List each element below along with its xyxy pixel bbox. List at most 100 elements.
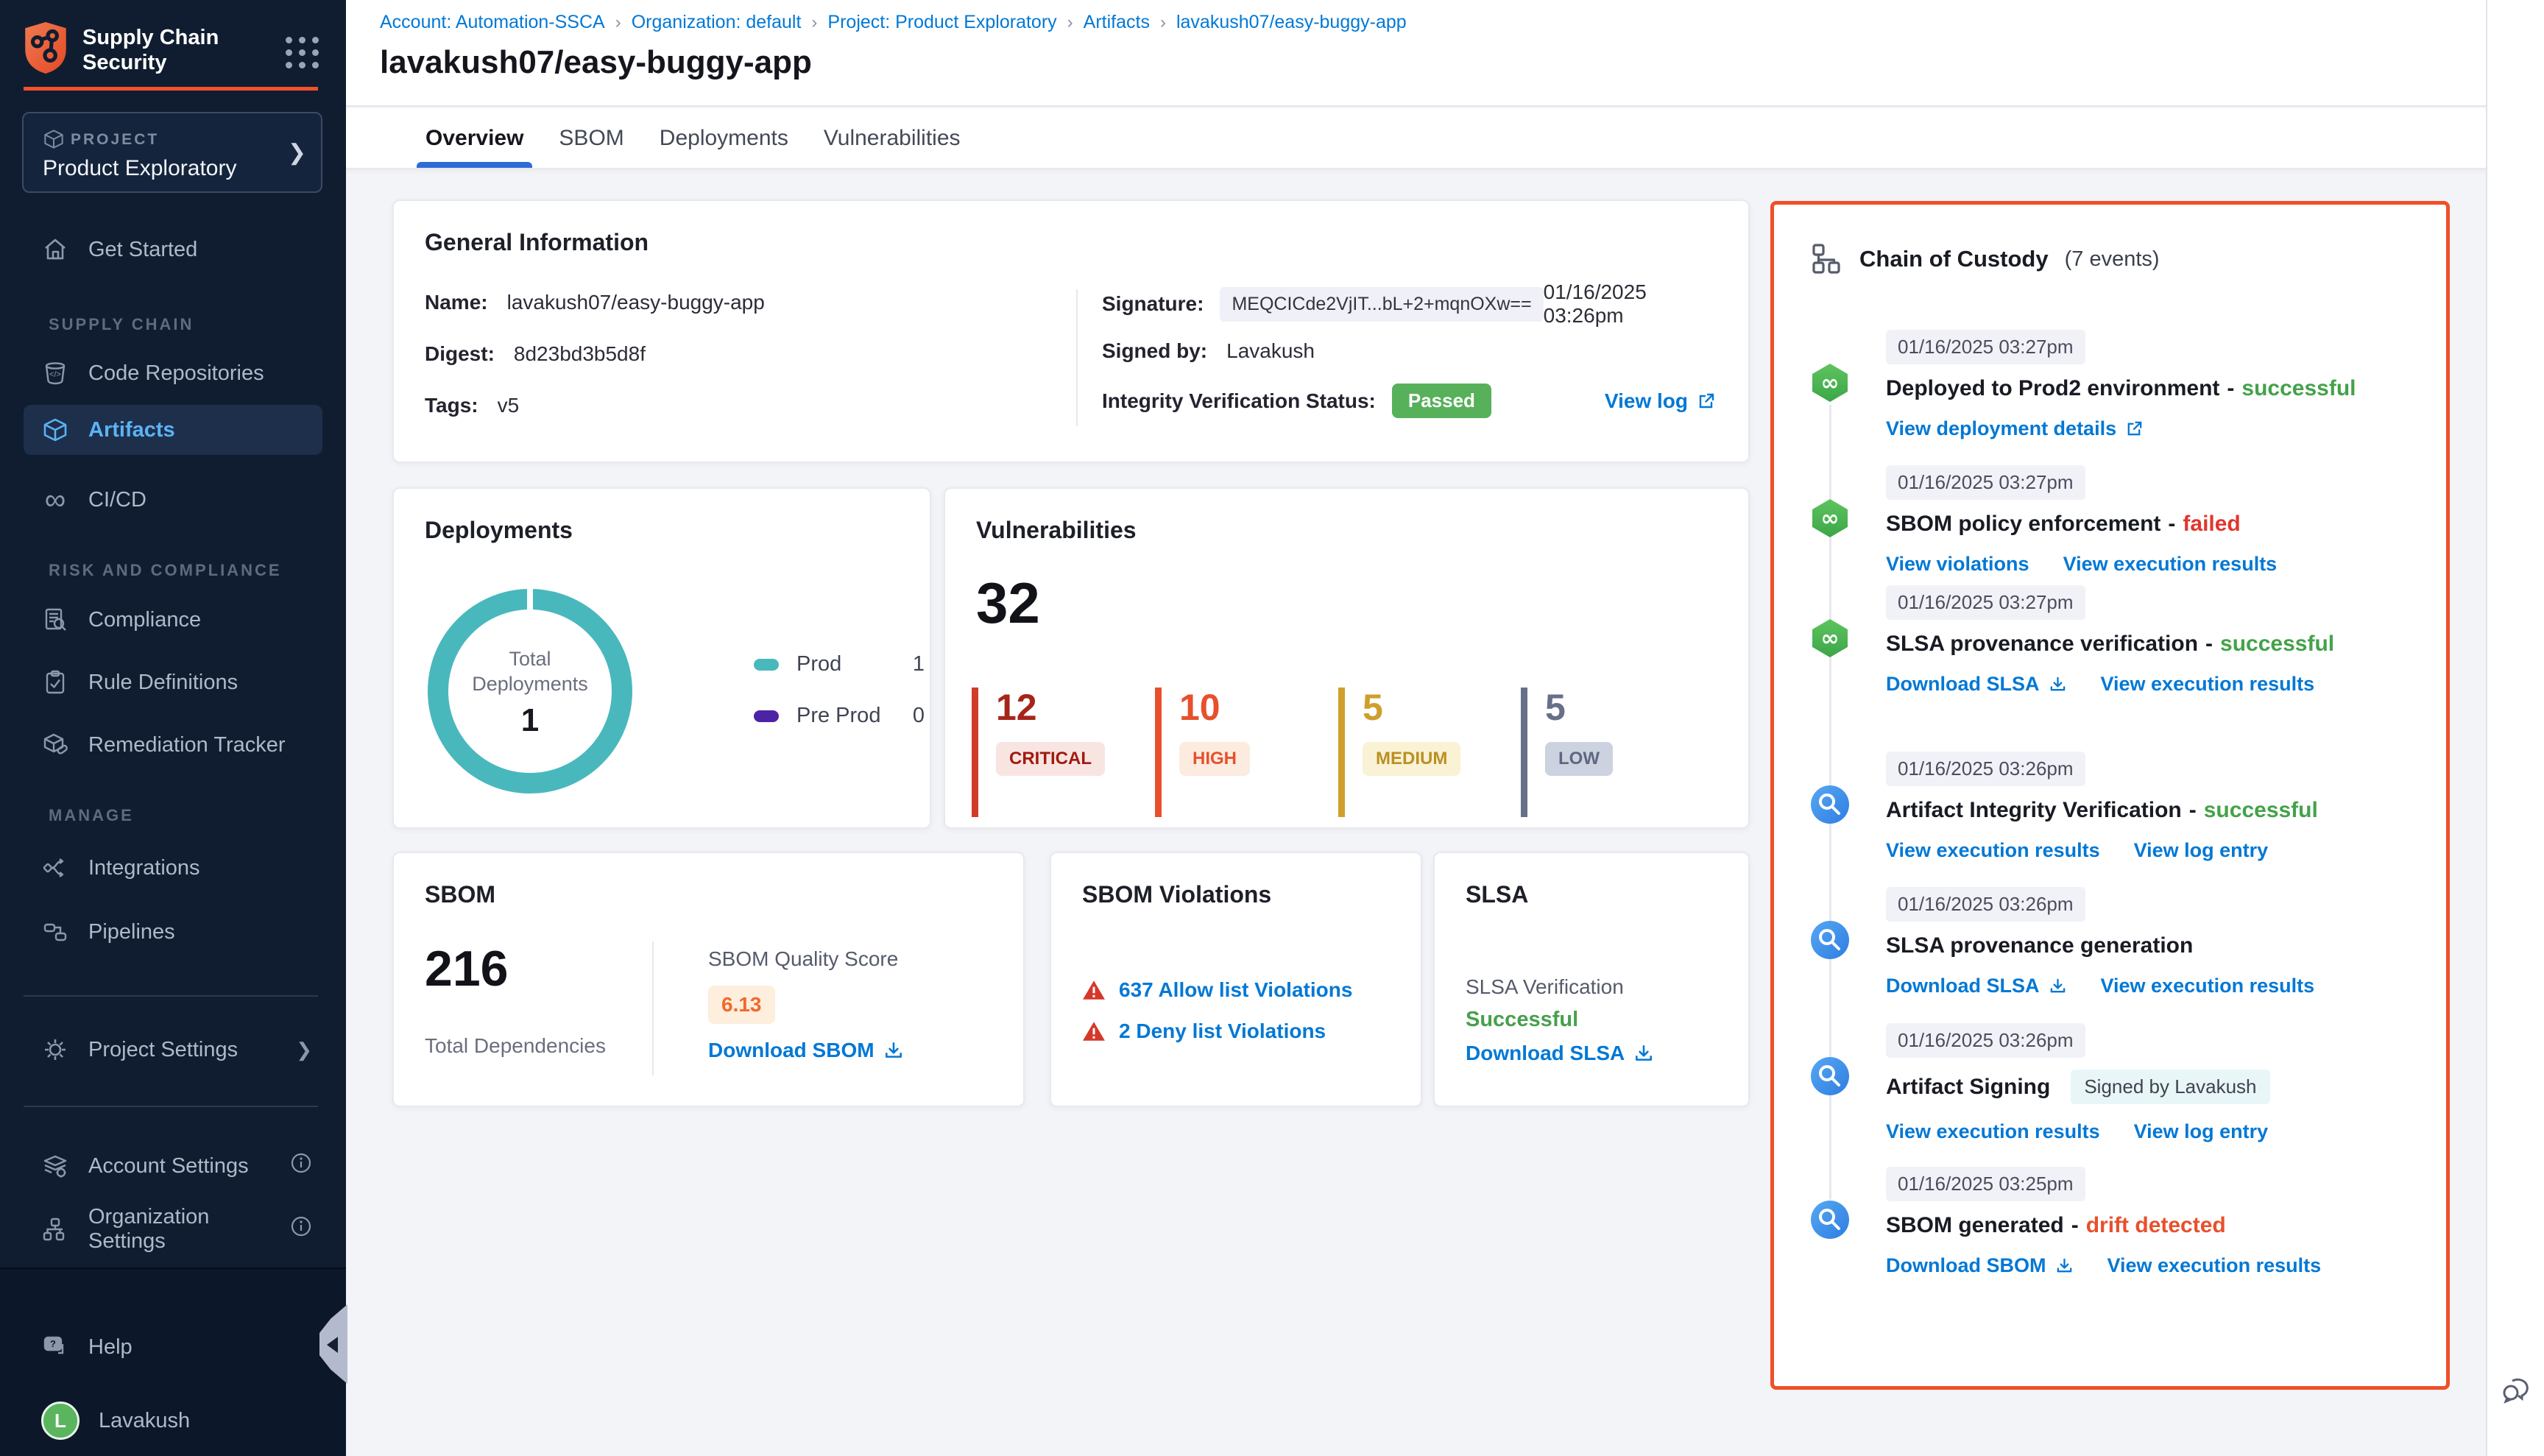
sidebar-item-compliance[interactable]: Compliance (24, 595, 322, 645)
sidebar-item-integrations[interactable]: Integrations (24, 843, 322, 893)
event-status: successful (2220, 632, 2334, 657)
tab-deployments[interactable]: Deployments (660, 108, 788, 168)
tab-vulnerabilities[interactable]: Vulnerabilities (824, 108, 961, 168)
breadcrumb-separator: › (811, 13, 817, 33)
sidebar-item-label: Help (88, 1335, 132, 1360)
sidebar-item-label: Artifacts (88, 418, 175, 442)
deny-list-violations-link[interactable]: 2 Deny list Violations (1119, 1019, 1326, 1043)
integrity-label: Integrity Verification Status: (1102, 389, 1376, 413)
breadcrumb-current[interactable]: lavakush07/easy-buggy-app (1176, 12, 1407, 33)
signature-row: Signature: MEQCICde2VjIT...bL+2+mqnOXw==… (1102, 280, 1716, 328)
coc-event-slsa-provenance-generation: 01/16/2025 03:26pm SLSA provenance gener… (1886, 887, 2420, 997)
prod-legend-swatch (754, 659, 779, 671)
sidebar-item-help[interactable]: ? Help (24, 1322, 322, 1372)
sidebar-item-pipelines[interactable]: Pipelines (24, 907, 322, 957)
signed-by-label: Signed by: (1102, 339, 1207, 363)
tabs: Overview SBOM Deployments Vulnerabilitie… (346, 108, 2486, 168)
svg-text:∞: ∞ (1821, 626, 1840, 651)
sidebar-item-artifacts[interactable]: Artifacts (24, 405, 322, 455)
card-title: General Information (425, 229, 649, 256)
sidebar-item-label: Code Repositories (88, 361, 264, 386)
tab-overview[interactable]: Overview (425, 108, 523, 168)
project-selector[interactable]: PROJECT Product Exploratory ❯ (22, 112, 322, 193)
digest-value: 8d23bd3b5d8f (514, 342, 646, 366)
view-execution-results-link[interactable]: View execution results (2101, 673, 2315, 696)
event-title: Artifact Integrity Verification (1886, 798, 2182, 823)
view-execution-results-link[interactable]: View execution results (2063, 553, 2278, 576)
status-badge-passed: Passed (1392, 384, 1491, 418)
sidebar-item-remediation-tracker[interactable]: Remediation Tracker (24, 720, 322, 770)
breadcrumb-separator: › (1067, 13, 1073, 33)
view-execution-results-link[interactable]: View execution results (1886, 1120, 2100, 1143)
pipeline-hexagon-icon: ∞ (1809, 362, 1851, 403)
event-title-row: SBOM generated - drift detected (1886, 1213, 2420, 1238)
sidebar-section-manage: MANAGE (49, 806, 134, 825)
tab-sbom[interactable]: SBOM (559, 108, 623, 168)
collapse-arrow-icon (327, 1337, 338, 1353)
app-switcher-grid-icon[interactable] (286, 37, 319, 68)
event-title-row: SLSA provenance generation (1886, 933, 2420, 958)
sidebar-item-label: Organization Settings (88, 1205, 271, 1254)
user-menu[interactable]: L Lavakush (24, 1396, 322, 1446)
view-violations-link[interactable]: View violations (1886, 553, 2029, 576)
warning-triangle-icon (1082, 979, 1106, 1001)
view-execution-results-link[interactable]: View execution results (2101, 975, 2315, 997)
sidebar-section-supply-chain: SUPPLY CHAIN (49, 315, 194, 334)
tags-row: Tags: v5 (425, 394, 519, 417)
download-icon (2055, 1257, 2074, 1275)
sidebar-item-project-settings[interactable]: Project Settings ❯ (24, 1025, 322, 1075)
feedback-chat-icon[interactable] (2499, 1374, 2533, 1411)
infinity-icon: ∞ (41, 486, 69, 514)
view-log-entry-link[interactable]: View log entry (2134, 839, 2269, 862)
info-icon[interactable] (290, 1152, 312, 1180)
view-log-entry-link[interactable]: View log entry (2134, 1120, 2269, 1143)
allow-list-violations-row: 637 Allow list Violations (1082, 978, 1352, 1002)
event-timestamp: 01/16/2025 03:25pm (1886, 1167, 2085, 1201)
breadcrumb-organization[interactable]: Organization: default (632, 12, 802, 33)
clipboard-check-icon (41, 668, 69, 696)
avatar: L (41, 1402, 80, 1440)
event-separator: - (2168, 512, 2175, 537)
severity-high: 10 HIGH (1155, 688, 1250, 817)
right-rail (2486, 0, 2544, 1456)
scan-circle-icon (1809, 1056, 1851, 1097)
name-label: Name: (425, 291, 488, 314)
event-title-row: Deployed to Prod2 environment - successf… (1886, 376, 2420, 401)
breadcrumb-artifacts[interactable]: Artifacts (1084, 12, 1150, 33)
sidebar-item-rule-definitions[interactable]: Rule Definitions (24, 657, 322, 707)
slsa-card: SLSA SLSA Verification Successful Downlo… (1433, 852, 1750, 1107)
download-sbom-link[interactable]: Download SBOM (1886, 1254, 2074, 1277)
medium-count: 5 (1363, 688, 1460, 727)
view-execution-results-link[interactable]: View execution results (2107, 1254, 2322, 1277)
sidebar-item-account-settings[interactable]: Account Settings (24, 1141, 322, 1191)
event-separator: - (2227, 376, 2234, 401)
download-slsa-link[interactable]: Download SLSA (1466, 1042, 1654, 1065)
event-title-row: SLSA provenance verification - successfu… (1886, 632, 2420, 657)
sidebar-item-get-started[interactable]: Get Started (24, 225, 322, 275)
digest-row: Digest: 8d23bd3b5d8f (425, 342, 646, 366)
download-sbom-link[interactable]: Download SBOM (708, 1039, 904, 1062)
help-chat-icon: ? (41, 1333, 69, 1361)
view-log-link[interactable]: View log (1605, 389, 1716, 413)
external-link-icon (1697, 392, 1716, 411)
breadcrumb-project[interactable]: Project: Product Exploratory (827, 12, 1056, 33)
sbom-quality-score-value: 6.13 (708, 986, 775, 1024)
signed-by-chip: Signed by Lavakush (2071, 1070, 2269, 1104)
event-links: Download SBOM View execution results (1886, 1254, 2420, 1277)
allow-list-violations-link[interactable]: 637 Allow list Violations (1119, 978, 1352, 1002)
sidebar-item-organization-settings[interactable]: Organization Settings (24, 1204, 322, 1254)
svg-text:</>: </> (49, 370, 61, 379)
slsa-verification-status: Successful (1466, 1008, 1578, 1032)
sidebar-item-code-repositories[interactable]: </> Code Repositories (24, 348, 322, 398)
signature-label: Signature: (1102, 292, 1204, 316)
download-icon (883, 1040, 904, 1061)
sidebar-item-cicd[interactable]: ∞ CI/CD (24, 475, 322, 525)
view-deployment-details-link[interactable]: View deployment details (1886, 417, 2144, 440)
download-slsa-link[interactable]: Download SLSA (1886, 673, 2067, 696)
download-slsa-label: Download SLSA (1466, 1042, 1625, 1065)
download-slsa-link[interactable]: Download SLSA (1886, 975, 2067, 997)
view-execution-results-link[interactable]: View execution results (1886, 839, 2100, 862)
sidebar-section-risk-compliance: RISK AND COMPLIANCE (49, 561, 282, 580)
info-icon[interactable] (290, 1215, 312, 1243)
breadcrumb-account[interactable]: Account: Automation-SSCA (380, 12, 605, 33)
